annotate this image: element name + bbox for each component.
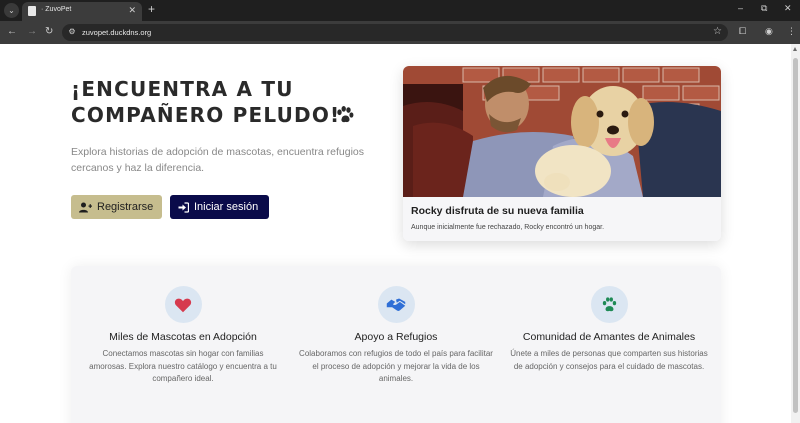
feature-title: Comunidad de Amantes de Animales (522, 331, 696, 343)
page-scrollbar[interactable] (791, 44, 800, 423)
feature-title: Miles de Mascotas en Adopción (109, 331, 257, 343)
featured-story-card[interactable]: Rocky disfruta de su nueva familia Aunqu… (403, 66, 721, 241)
back-arrow-icon[interactable]: ← (7, 26, 17, 38)
feature-text: Colaboramos con refugios de todo el país… (299, 349, 493, 383)
new-tab-button[interactable]: + (148, 3, 155, 16)
scroll-up-arrow-icon[interactable] (793, 47, 797, 51)
tab-search-button[interactable]: ⌄ (4, 3, 19, 18)
register-button-label: Registrarse (97, 201, 154, 213)
features-section: Miles de Mascotas en Adopción Conectamos… (71, 266, 721, 423)
feature-icon-circle (377, 286, 415, 323)
story-caption: Rocky disfruta de su nueva familia Aunqu… (403, 197, 721, 241)
story-title: Rocky disfruta de su nueva familia (411, 205, 584, 217)
feature-text: Únete a miles de personas que comparten … (510, 349, 708, 371)
url-text[interactable]: zuvopet.duckdns.org (82, 28, 151, 37)
site-info-icon[interactable]: ⚙ (67, 27, 77, 37)
feature-icon-circle (590, 286, 628, 323)
tab-title: · ZuvoPet (41, 6, 72, 13)
browser-tab[interactable]: · ZuvoPet ✕ (22, 2, 142, 21)
feature-title: Apoyo a Refugios (354, 331, 438, 343)
reload-icon[interactable]: ↻ (45, 26, 53, 38)
minimize-button[interactable]: – (738, 3, 743, 13)
sign-in-icon (178, 201, 189, 213)
story-text: Aunque inicialmente fue rechazado, Rocky… (411, 224, 605, 231)
heart-icon (174, 298, 192, 312)
feature-adoption: Miles de Mascotas en Adopción Conectamos… (83, 286, 283, 386)
close-window-button[interactable]: ✕ (784, 3, 792, 14)
browser-menu-icon[interactable]: ⋮ (787, 26, 796, 37)
hero-subtitle: Explora historias de adopción de mascota… (71, 146, 365, 174)
profile-icon[interactable]: ◉ (765, 26, 773, 37)
feature-shelters: Apoyo a Refugios Colaboramos con refugio… (296, 286, 496, 386)
login-button-label: Iniciar sesión (194, 201, 259, 213)
bookmark-star-icon[interactable]: ☆ (713, 26, 722, 37)
browser-toolbar: ← → ↻ ⚙ zuvopet.duckdns.org ☆ ⧠ ◉ ⋮ (0, 21, 800, 44)
hero-title-line1: ¡ENCUENTRA A TU (71, 77, 294, 101)
handshake-icon (386, 297, 406, 311)
paw-icon (337, 106, 354, 123)
feature-community: Comunidad de Amantes de Animales Únete a… (509, 286, 709, 373)
tab-close-icon[interactable]: ✕ (128, 5, 136, 16)
feature-text: Conectamos mascotas sin hogar con famili… (89, 349, 277, 383)
hero-title: ¡ENCUENTRA A TU COMPAÑERO PELUDO! (71, 76, 371, 128)
feature-icon-circle (164, 286, 202, 323)
browser-tab-bar: ⌄ · ZuvoPet ✕ + – ⧉ ✕ (0, 0, 800, 21)
story-photo (403, 66, 721, 197)
hero-title-line2: COMPAÑERO PELUDO! (71, 103, 341, 127)
restore-button[interactable]: ⧉ (761, 3, 767, 14)
scroll-thumb[interactable] (793, 58, 798, 413)
extensions-icon[interactable]: ⧠ (739, 26, 746, 37)
page-content: ¡ENCUENTRA A TU COMPAÑERO PELUDO! Explor… (0, 44, 791, 423)
page-favicon-icon (28, 6, 36, 16)
register-button[interactable]: Registrarse (71, 195, 162, 219)
user-plus-icon (79, 202, 92, 212)
paw-icon (602, 297, 616, 312)
forward-arrow-icon[interactable]: → (27, 26, 37, 38)
address-bar[interactable]: ⚙ zuvopet.duckdns.org ☆ (62, 24, 728, 41)
login-button[interactable]: Iniciar sesión (170, 195, 269, 219)
